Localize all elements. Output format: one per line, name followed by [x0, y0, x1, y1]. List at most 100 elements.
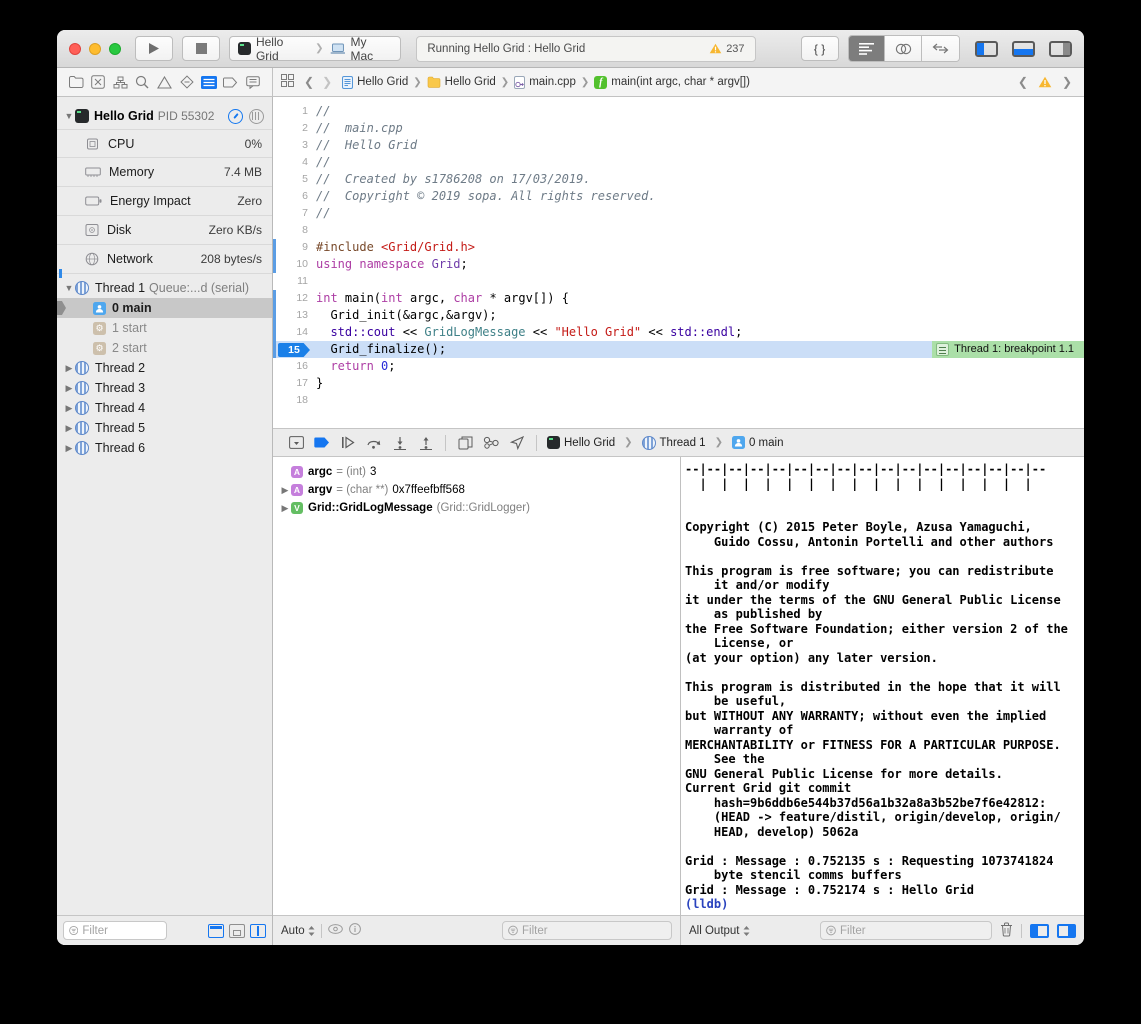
variable-row[interactable]: ▶VGrid::GridLogMessage(Grid::GridLogger) [273, 499, 680, 517]
step-out-button[interactable] [413, 432, 439, 454]
source-control-navigator-icon[interactable] [88, 72, 108, 92]
line-number[interactable]: 16 [273, 358, 316, 375]
code-line[interactable]: 4// [273, 154, 1084, 171]
previous-issue-button[interactable]: ❮ [1018, 75, 1028, 89]
gauge-row-energy-impact[interactable]: Energy ImpactZero [57, 187, 272, 216]
memory-graph-button[interactable] [478, 432, 504, 454]
code-line[interactable]: 5// Created by s1786208 on 17/03/2019. [273, 171, 1084, 188]
step-into-button[interactable] [387, 432, 413, 454]
forward-button[interactable]: ❯ [322, 75, 332, 89]
line-number[interactable]: 7 [273, 205, 316, 222]
line-number[interactable]: 5 [273, 171, 316, 188]
line-number[interactable]: 4 [273, 154, 316, 171]
continue-button[interactable] [335, 432, 361, 454]
thread-row[interactable]: ▶Thread 5 [57, 418, 272, 438]
breakpoint-navigator-icon[interactable] [221, 72, 241, 92]
breakpoints-toggle-button[interactable] [309, 432, 335, 454]
line-number[interactable]: 14 [273, 324, 316, 341]
code-line[interactable]: 6// Copyright © 2019 sopa. All rights re… [273, 188, 1084, 205]
breakpoint-badge[interactable]: 15 [273, 341, 316, 358]
minimize-window-button[interactable] [89, 43, 101, 55]
code-line[interactable]: 18 [273, 392, 1084, 409]
disclosure-triangle-icon[interactable]: ▶ [63, 403, 75, 414]
console-output[interactable]: --|--|--|--|--|--|--|--|--|--|--|--|--|-… [681, 457, 1084, 915]
report-navigator-icon[interactable] [243, 72, 263, 92]
disclosure-triangle-icon[interactable]: ▶ [63, 423, 75, 434]
run-button[interactable] [135, 36, 173, 61]
code-line[interactable]: 2// main.cpp [273, 120, 1084, 137]
library-button[interactable]: { } [801, 36, 839, 61]
activity-viewer[interactable]: Running Hello Grid : Hello Grid 237 [416, 36, 755, 62]
disclosure-triangle-icon[interactable]: ▶ [63, 383, 75, 394]
code-line[interactable]: 1// [273, 103, 1084, 120]
line-number[interactable]: 10 [273, 256, 316, 273]
debug-breadcrumb-item[interactable]: 0 main [732, 436, 784, 449]
variables-filter-field[interactable] [502, 921, 672, 940]
issue-warning-icon[interactable] [1038, 76, 1052, 88]
line-number[interactable]: 18 [273, 392, 316, 409]
code-line[interactable]: 8 [273, 222, 1084, 239]
stack-frame-row[interactable]: 0 main [57, 298, 272, 318]
line-number[interactable]: 2 [273, 120, 316, 137]
thread-row[interactable]: ▶Thread 4 [57, 398, 272, 418]
hide-debug-area-button[interactable] [283, 432, 309, 454]
debug-view-hierarchy-button[interactable] [452, 432, 478, 454]
thread-row[interactable]: ▶Thread 3 [57, 378, 272, 398]
code-line[interactable]: 9#include <Grid/Grid.h> [273, 239, 1084, 256]
line-number[interactable]: 11 [273, 273, 316, 290]
thread-row[interactable]: ▶Thread 2 [57, 358, 272, 378]
code-line[interactable]: 11 [273, 273, 1084, 290]
info-icon[interactable] [349, 923, 361, 938]
breadcrumb-item[interactable]: Hello Grid [342, 76, 408, 89]
gauge-row-disk[interactable]: DiskZero KB/s [57, 216, 272, 245]
symbol-navigator-icon[interactable] [110, 72, 130, 92]
issue-navigator-icon[interactable] [154, 72, 174, 92]
source-editor[interactable]: 1//2// main.cpp3// Hello Grid4//5// Crea… [273, 97, 1084, 428]
code-line[interactable]: 17} [273, 375, 1084, 392]
related-items-icon[interactable] [281, 74, 294, 90]
console-pane-toggle-icon[interactable] [1057, 924, 1076, 938]
breadcrumb-item[interactable]: fmain(int argc, char * argv[]) [594, 76, 750, 89]
thread-row[interactable]: ▼Thread 1Queue:...d (serial) [57, 278, 272, 298]
code-line[interactable]: 13 Grid_init(&argc,&argv); [273, 307, 1084, 324]
console-filter-field[interactable] [820, 921, 992, 940]
disclosure-triangle-icon[interactable]: ▼ [63, 111, 75, 121]
line-number[interactable]: 12 [273, 290, 316, 307]
code-line[interactable]: 10using namespace Grid; [273, 256, 1084, 273]
version-editor-button[interactable] [922, 36, 959, 61]
disclosure-triangle-icon[interactable]: ▼ [63, 283, 75, 293]
project-navigator-icon[interactable] [66, 72, 86, 92]
code-line[interactable]: 3// Hello Grid [273, 137, 1084, 154]
line-number[interactable]: 3 [273, 137, 316, 154]
filter-input[interactable] [82, 925, 161, 937]
gauge-row-memory[interactable]: Memory7.4 MB [57, 158, 272, 187]
assistant-editor-button[interactable] [885, 36, 922, 61]
navigator-filter-field[interactable] [63, 921, 167, 940]
process-row[interactable]: ▼ Hello Grid PID 55302 [57, 105, 272, 127]
stop-button[interactable] [182, 36, 220, 61]
code-line[interactable]: 12int main(int argc, char * argv[]) { [273, 290, 1084, 307]
next-issue-button[interactable]: ❯ [1062, 75, 1072, 89]
performance-gauges-icon[interactable] [228, 109, 243, 124]
variable-row[interactable]: ▶Aargv= (char **)0x7ffeefbff568 [273, 481, 680, 499]
show-running-blocks-icon[interactable] [250, 924, 266, 938]
line-number[interactable]: 17 [273, 375, 316, 392]
code-line[interactable]: 15 Grid_finalize();Thread 1: breakpoint … [273, 341, 1084, 358]
filter-input[interactable] [840, 925, 986, 937]
back-button[interactable]: ❮ [304, 75, 314, 89]
disclosure-triangle-icon[interactable]: ▶ [279, 503, 291, 514]
breadcrumb-item[interactable]: main.cpp [514, 76, 576, 89]
variables-scope-popup[interactable]: Auto [281, 925, 315, 937]
line-number[interactable]: 13 [273, 307, 316, 324]
debug-breadcrumb-item[interactable]: Hello Grid [547, 436, 615, 449]
standard-editor-button[interactable] [849, 36, 886, 61]
debug-navigator-icon[interactable] [199, 72, 219, 92]
gauge-row-cpu[interactable]: CPU0% [57, 129, 272, 158]
line-number[interactable]: 8 [273, 222, 316, 239]
show-interesting-only-icon[interactable] [208, 924, 224, 938]
thread-row[interactable]: ▶Thread 6 [57, 438, 272, 458]
simulate-location-button[interactable] [504, 432, 530, 454]
close-window-button[interactable] [69, 43, 81, 55]
console-scope-popup[interactable]: All Output [689, 925, 750, 937]
quicklook-eye-icon[interactable] [328, 924, 343, 937]
